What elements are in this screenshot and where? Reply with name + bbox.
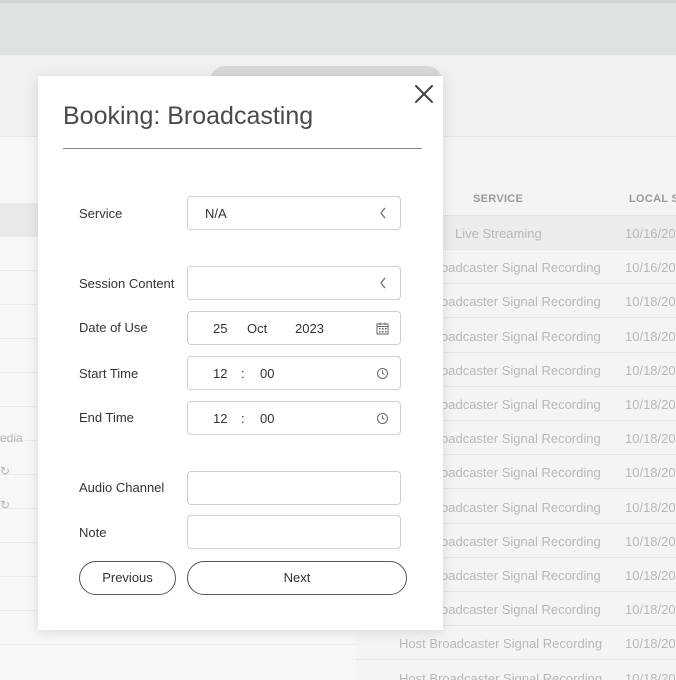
date-of-use-field[interactable]: 25 Oct 2023 (187, 311, 401, 345)
local-start-cell: 10/16/20 (625, 260, 676, 276)
service-cell: oadcaster Signal Recording (441, 260, 601, 276)
session-content-select[interactable] (187, 266, 401, 300)
audio-channel-label: Audio Channel (79, 480, 165, 495)
local-start-cell: 10/16/20 (625, 226, 676, 241)
note-label: Note (79, 525, 107, 540)
table-row[interactable]: Host Broadcaster Signal Recording 10/18/2… (356, 626, 676, 661)
date-of-use-label: Date of Use (79, 320, 148, 335)
modal-title: Booking: Broadcasting (63, 102, 314, 130)
refresh-icon: ↻ (0, 498, 11, 512)
date-year[interactable]: 2023 (295, 321, 324, 336)
local-start-cell: 10/18/20 (625, 636, 676, 652)
local-start-cell: 10/18/20 (625, 499, 676, 515)
local-start-cell: 10/18/20 (625, 397, 676, 412)
start-minute[interactable]: 00 (260, 366, 274, 381)
local-start-cell: 10/18/20 (625, 465, 676, 481)
calendar-icon[interactable] (376, 322, 389, 335)
service-cell: Host Broadcaster Signal Recording (399, 670, 603, 680)
next-button[interactable]: Next (187, 561, 407, 595)
service-cell: oadcaster Signal Recording (441, 362, 601, 378)
date-day[interactable]: 25 (213, 321, 227, 336)
local-start-cell: 10/18/20 (625, 362, 676, 378)
end-time-field[interactable]: 12 : 00 (187, 401, 401, 435)
start-time-label: Start Time (79, 366, 139, 381)
start-hour[interactable]: 12 (213, 366, 227, 381)
local-start-cell: 10/18/20 (625, 328, 676, 344)
table-row[interactable]: Host Broadcaster Signal Recording 10/18/2… (356, 661, 676, 680)
local-start-cell: 10/18/20 (625, 294, 676, 310)
end-hour[interactable]: 12 (213, 411, 227, 426)
service-cell: Live Streaming (455, 226, 542, 241)
list-item-text-fragment: edia (0, 431, 23, 445)
service-cell: oadcaster Signal Recording (441, 533, 601, 549)
clock-icon[interactable] (376, 367, 389, 380)
time-separator: : (241, 411, 245, 426)
chevron-left-icon (380, 207, 386, 219)
local-start-cell: 10/18/20 (625, 568, 676, 583)
time-separator: : (241, 366, 245, 381)
local-start-cell: 10/18/20 (625, 431, 676, 447)
top-bar (0, 0, 676, 55)
chevron-left-icon (380, 277, 386, 289)
service-select[interactable]: N/A (187, 196, 401, 230)
service-cell: Host Broadcaster Signal Recording (399, 636, 603, 652)
session-content-label: Session Content (79, 276, 175, 291)
previous-button[interactable]: Previous (79, 561, 176, 595)
service-cell: oadcaster Signal Recording (441, 465, 601, 481)
column-header-service[interactable]: SERVICE (473, 193, 523, 205)
audio-channel-input[interactable] (187, 471, 401, 505)
local-start-cell: 10/18/20 (625, 670, 676, 680)
service-cell: oadcaster Signal Recording (441, 431, 601, 447)
service-cell: oadcaster Signal Recording (441, 397, 601, 412)
column-header-local-start[interactable]: LOCAL ST (629, 193, 676, 205)
local-start-cell: 10/18/20 (625, 533, 676, 549)
service-cell: oadcaster Signal Recording (441, 294, 601, 310)
title-divider (63, 148, 422, 149)
refresh-icon: ↻ (0, 464, 11, 478)
service-cell: oadcaster Signal Recording (441, 499, 601, 515)
service-value: N/A (205, 206, 227, 221)
service-cell: oadcaster Signal Recording (441, 328, 601, 344)
start-time-field[interactable]: 12 : 00 (187, 356, 401, 390)
clock-icon[interactable] (376, 412, 389, 425)
end-time-label: End Time (79, 410, 134, 425)
date-month[interactable]: Oct (247, 321, 267, 336)
close-icon[interactable] (412, 82, 436, 106)
service-cell: oadcaster Signal Recording (441, 568, 601, 583)
note-input[interactable] (187, 515, 401, 549)
service-label: Service (79, 206, 123, 221)
local-start-cell: 10/18/20 (625, 602, 676, 618)
end-minute[interactable]: 00 (260, 411, 274, 426)
service-cell: oadcaster Signal Recording (441, 602, 601, 618)
